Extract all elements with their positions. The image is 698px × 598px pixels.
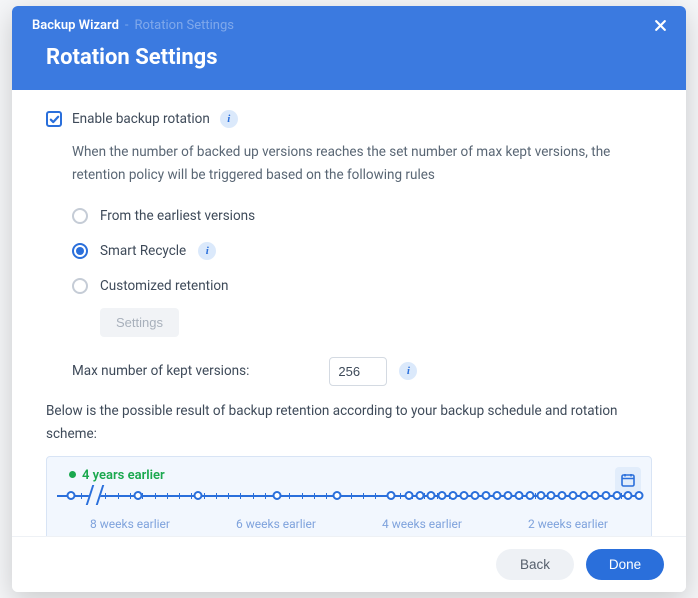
radio-custom-indicator bbox=[72, 278, 88, 294]
week-label: 8 weeks earlier bbox=[57, 514, 203, 534]
timeline-marker bbox=[67, 491, 76, 500]
info-icon[interactable]: i bbox=[198, 242, 216, 260]
radio-custom-label: Customized retention bbox=[100, 275, 229, 298]
max-versions-row: Max number of kept versions: i bbox=[72, 357, 652, 386]
timeline-marker bbox=[133, 491, 142, 500]
timeline-marker bbox=[591, 491, 600, 500]
retention-settings-button[interactable]: Settings bbox=[100, 308, 179, 337]
result-description: Below is the possible result of backup r… bbox=[46, 400, 652, 446]
breadcrumb-step: Rotation Settings bbox=[135, 18, 234, 33]
retention-timeline: 4 years earlier 8 weeks earlier 6 weeks … bbox=[46, 456, 652, 537]
header-breadcrumb-row: Backup Wizard - Rotation Settings bbox=[12, 6, 686, 37]
info-icon[interactable]: i bbox=[399, 362, 417, 380]
timeline-marker bbox=[272, 491, 281, 500]
timeline-marker bbox=[481, 491, 490, 500]
enable-rotation-row: Enable backup rotation i bbox=[46, 108, 652, 131]
timeline-marker bbox=[536, 491, 545, 500]
week-label: 2 weeks earlier bbox=[495, 514, 641, 534]
timeline-marker bbox=[332, 491, 341, 500]
radio-smart-label: Smart Recycle bbox=[100, 240, 186, 263]
timeline-marker bbox=[558, 491, 567, 500]
backup-wizard-modal: Backup Wizard - Rotation Settings Rotati… bbox=[12, 6, 686, 592]
timeline-marker bbox=[613, 491, 622, 500]
page-title: Rotation Settings bbox=[12, 37, 686, 90]
radio-smart-recycle[interactable]: Smart Recycle i bbox=[72, 234, 652, 269]
timeline-marker bbox=[547, 491, 556, 500]
modal-body: Enable backup rotation i When the number… bbox=[12, 90, 686, 536]
timeline-marker bbox=[634, 491, 643, 500]
breadcrumb-app: Backup Wizard bbox=[32, 18, 119, 33]
info-icon[interactable]: i bbox=[220, 110, 238, 128]
modal-footer: Back Done bbox=[12, 536, 686, 592]
radio-earliest-label: From the earliest versions bbox=[100, 205, 255, 228]
timeline-marker bbox=[514, 491, 523, 500]
timeline-marker bbox=[438, 491, 447, 500]
radio-smart-indicator bbox=[72, 243, 88, 259]
close-icon[interactable] bbox=[650, 15, 670, 35]
timeline-marker bbox=[460, 491, 469, 500]
week-label: 6 weeks earlier bbox=[203, 514, 349, 534]
enable-rotation-label: Enable backup rotation bbox=[72, 108, 210, 131]
timeline-marker bbox=[405, 491, 414, 500]
week-label: 4 weeks earlier bbox=[349, 514, 495, 534]
timeline-marker bbox=[387, 491, 396, 500]
timeline-marker bbox=[449, 491, 458, 500]
timeline-marker bbox=[503, 491, 512, 500]
timeline-marker bbox=[569, 491, 578, 500]
back-button[interactable]: Back bbox=[496, 549, 574, 580]
timeline-marker bbox=[492, 491, 501, 500]
timeline-origin-label: 4 years earlier bbox=[69, 465, 165, 487]
timeline-marker bbox=[525, 491, 534, 500]
timeline-marker bbox=[416, 491, 425, 500]
timeline-marker bbox=[580, 491, 589, 500]
radio-earliest-indicator bbox=[72, 208, 88, 224]
modal-header: Backup Wizard - Rotation Settings Rotati… bbox=[12, 6, 686, 90]
rotation-options-group: When the number of backed up versions re… bbox=[72, 141, 652, 386]
timeline-marker bbox=[194, 491, 203, 500]
rotation-description: When the number of backed up versions re… bbox=[72, 141, 652, 187]
timeline-marker bbox=[623, 491, 632, 500]
breadcrumb-separator: - bbox=[125, 18, 129, 33]
done-button[interactable]: Done bbox=[586, 549, 664, 580]
enable-rotation-checkbox[interactable] bbox=[46, 111, 62, 127]
timeline-marker bbox=[427, 491, 436, 500]
timeline-marker bbox=[470, 491, 479, 500]
max-versions-input[interactable] bbox=[329, 357, 387, 386]
timeline-marker bbox=[602, 491, 611, 500]
timeline-week-labels: 8 weeks earlier 6 weeks earlier 4 weeks … bbox=[57, 514, 641, 534]
radio-earliest[interactable]: From the earliest versions bbox=[72, 199, 652, 234]
radio-custom-retention[interactable]: Customized retention bbox=[72, 269, 652, 304]
max-versions-label: Max number of kept versions: bbox=[72, 360, 249, 383]
